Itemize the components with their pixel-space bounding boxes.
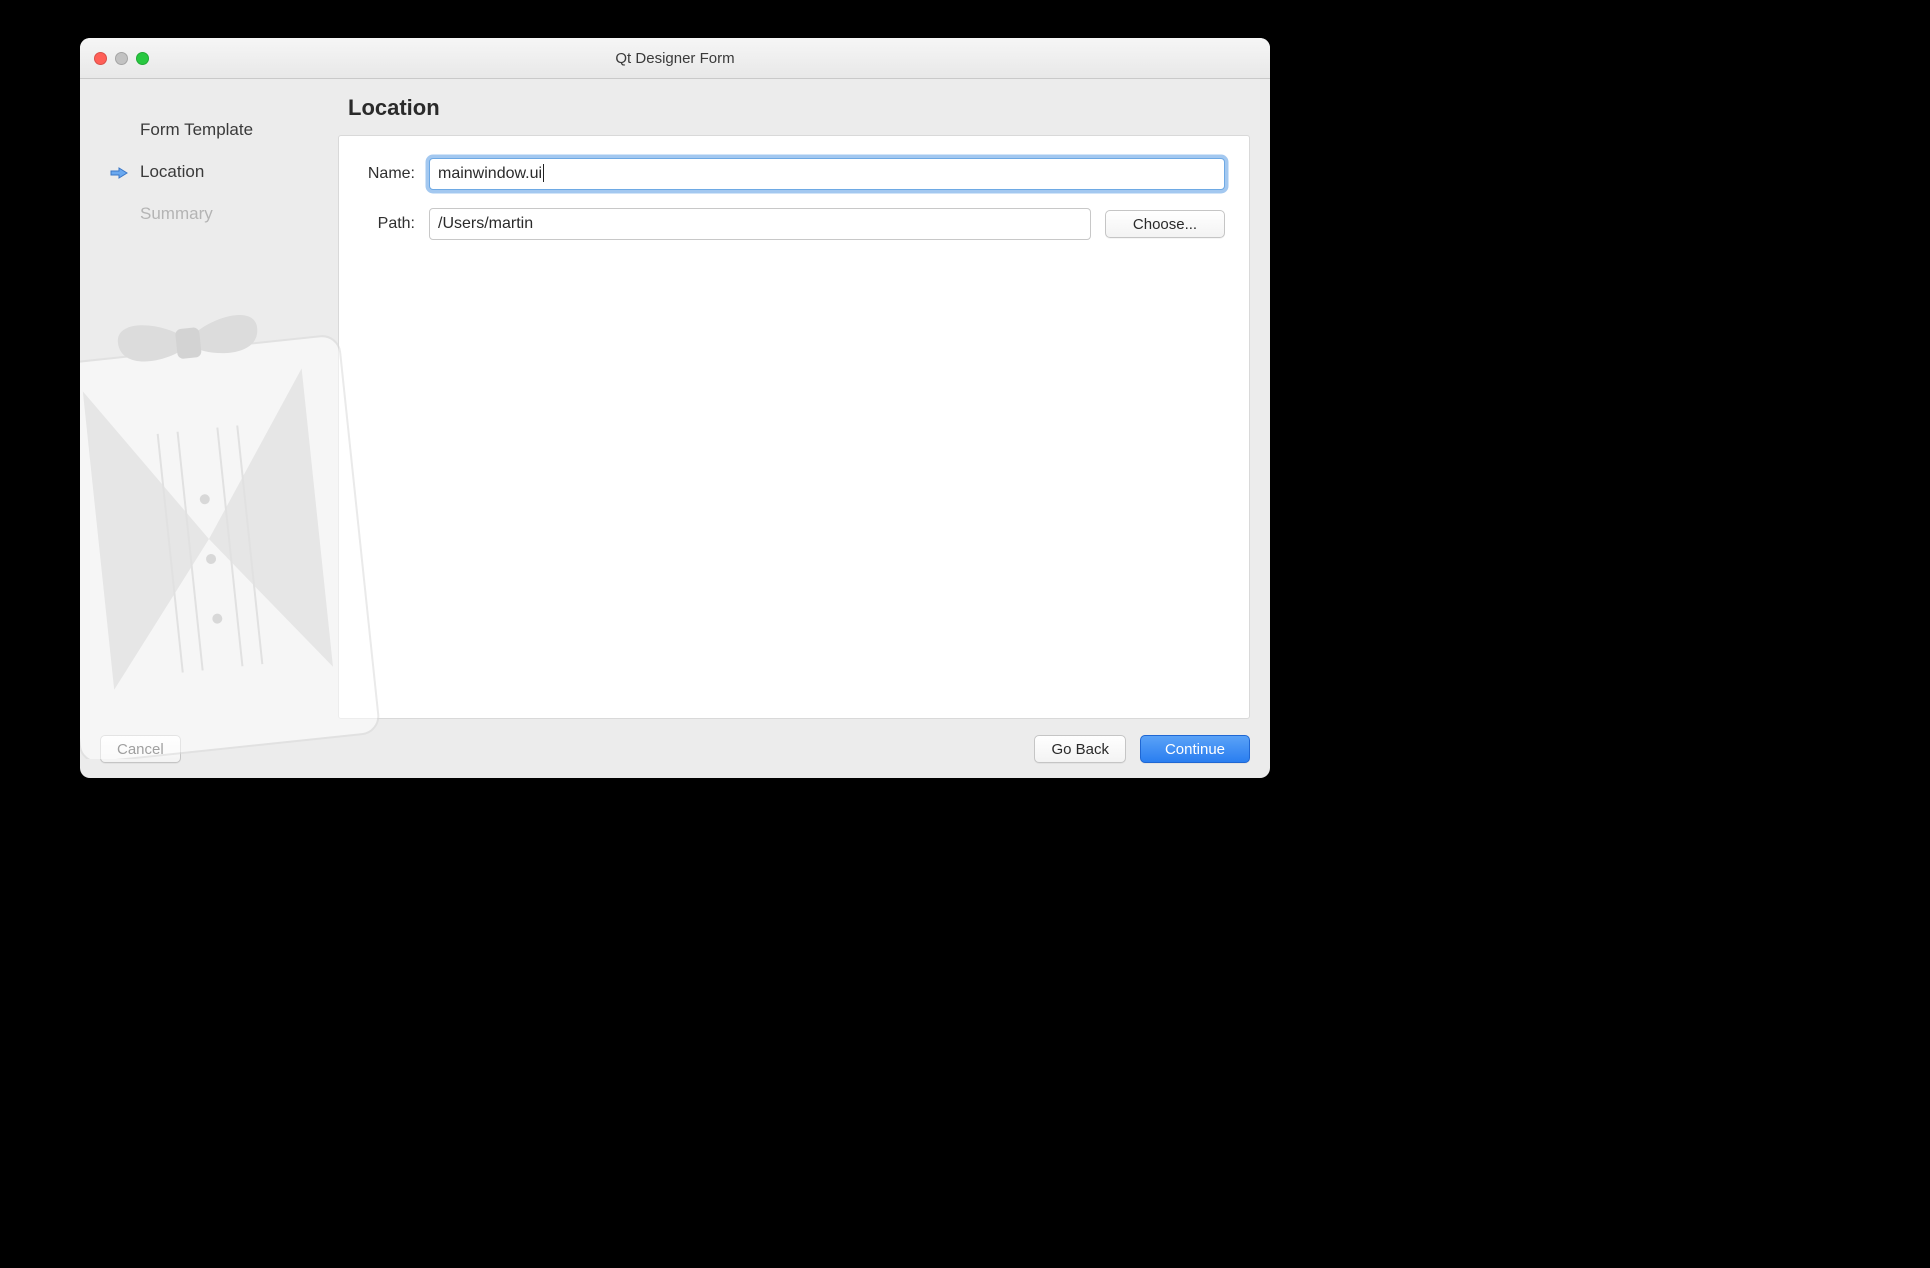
name-input[interactable]: mainwindow.ui — [429, 158, 1225, 190]
path-label: Path: — [363, 215, 415, 233]
page-title: Location — [348, 95, 1250, 121]
step-label: Summary — [140, 204, 213, 224]
step-summary: Summary — [80, 193, 330, 235]
cancel-button[interactable]: Cancel — [100, 735, 181, 763]
step-form-template[interactable]: Form Template — [80, 109, 330, 151]
step-label: Location — [140, 162, 204, 182]
wizard-footer: Cancel Go Back Continue — [80, 719, 1270, 778]
arrow-right-icon — [110, 165, 128, 179]
close-icon[interactable] — [94, 52, 107, 65]
path-input-value: /Users/martin — [438, 215, 533, 233]
window-title: Qt Designer Form — [80, 50, 1270, 67]
zoom-icon[interactable] — [136, 52, 149, 65]
continue-button[interactable]: Continue — [1140, 735, 1250, 763]
form-panel: Name: mainwindow.ui Path: /Users/martin … — [338, 135, 1250, 719]
name-input-value: mainwindow.ui — [438, 165, 542, 183]
path-input[interactable]: /Users/martin — [429, 208, 1091, 240]
step-location[interactable]: Location — [80, 151, 330, 193]
go-back-button[interactable]: Go Back — [1034, 735, 1126, 763]
wizard-sidebar: Form Template Location Summary — [80, 79, 330, 719]
name-label: Name: — [363, 165, 415, 183]
minimize-icon — [115, 52, 128, 65]
window-controls — [80, 52, 149, 65]
titlebar: Qt Designer Form — [80, 38, 1270, 79]
wizard-window: Qt Designer Form — [80, 38, 1270, 778]
step-label: Form Template — [140, 120, 253, 140]
choose-button[interactable]: Choose... — [1105, 210, 1225, 238]
